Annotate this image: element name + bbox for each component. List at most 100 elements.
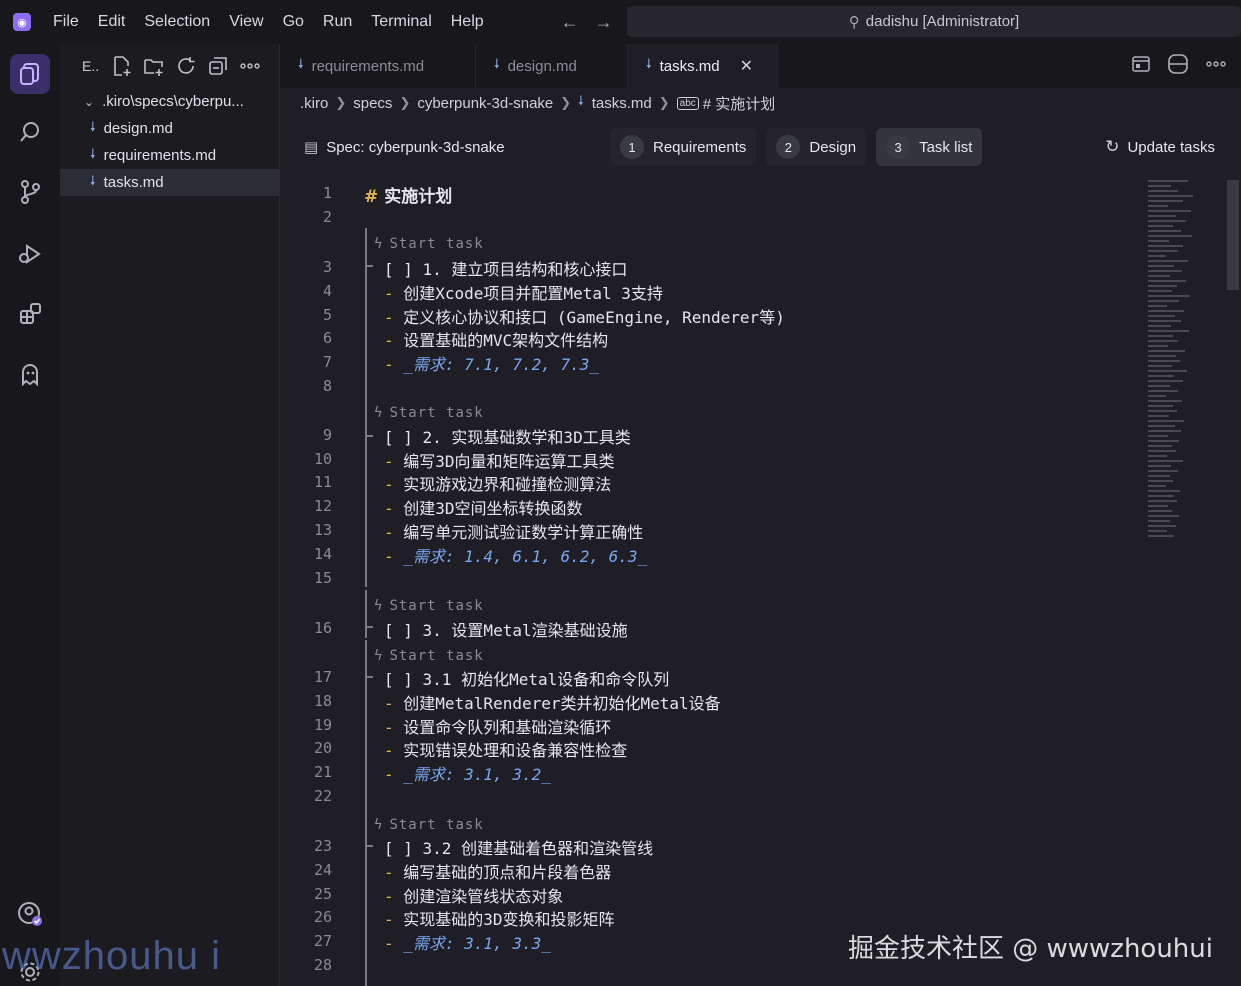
- account-icon[interactable]: [10, 894, 50, 934]
- more-actions-icon[interactable]: [1205, 53, 1227, 79]
- minimap[interactable]: [1148, 180, 1198, 550]
- code-line: - 编写单元测试验证数学计算正确性: [384, 519, 643, 543]
- minimap-line: [1148, 385, 1170, 387]
- menu-file[interactable]: File: [53, 13, 79, 31]
- code-line: - 实现基础的3D变换和投影矩阵: [384, 906, 615, 930]
- minimap-line: [1148, 450, 1176, 452]
- menu-go[interactable]: Go: [283, 13, 304, 31]
- minimap-line: [1148, 330, 1189, 332]
- line-number: 1: [322, 184, 332, 202]
- minimap-line: [1148, 410, 1177, 412]
- step-task-list[interactable]: 3 Task list: [876, 128, 983, 166]
- minimap-line: [1148, 335, 1173, 337]
- markdown-file-icon: 🠗: [90, 118, 96, 134]
- search-icon[interactable]: [10, 112, 50, 152]
- chevron-right-icon: ❯: [399, 95, 411, 110]
- minimap-line: [1148, 320, 1181, 322]
- breadcrumb-item[interactable]: .kiro: [300, 95, 328, 112]
- code-editor[interactable]: ϟ Start task ϟ Start task ϟ Start task ϟ Start …: [280, 178, 1241, 986]
- lightning-icon: ϟ: [374, 648, 384, 664]
- refresh-explorer-icon[interactable]: [175, 55, 197, 77]
- minimap-line: [1148, 255, 1166, 257]
- new-file-icon[interactable]: [111, 55, 133, 77]
- line-number: 15: [313, 569, 332, 587]
- list-marker: -: [384, 910, 404, 929]
- minimap-line: [1148, 245, 1183, 247]
- requirement-ref: _需求: 7.1, 7.2, 7.3_: [403, 355, 600, 374]
- start-task-codelens[interactable]: ϟ Start task: [374, 648, 484, 664]
- split-editor-icon[interactable]: [1167, 53, 1189, 79]
- tab-requirements[interactable]: 🠗 requirements.md: [280, 44, 476, 88]
- minimap-line: [1148, 275, 1170, 277]
- codelens-label: Start task: [389, 817, 484, 833]
- breadcrumb-item[interactable]: cyberpunk-3d-snake: [417, 95, 553, 112]
- code-line: - 定义核心协议和接口 (GameEngine, Renderer等): [384, 304, 785, 328]
- breadcrumb: .kiro ❯ specs ❯ cyberpunk-3d-snake ❯ 🠗 t…: [300, 90, 775, 116]
- breadcrumb-item[interactable]: specs: [353, 95, 392, 112]
- indent-guide-tick: [365, 626, 373, 628]
- markdown-file-icon: 🠗: [90, 172, 96, 188]
- start-task-codelens[interactable]: ϟ Start task: [374, 236, 484, 252]
- vertical-scrollbar[interactable]: [1227, 180, 1239, 290]
- close-tab-icon[interactable]: ✕: [740, 56, 753, 76]
- menu-run[interactable]: Run: [323, 13, 352, 31]
- start-task-codelens[interactable]: ϟ Start task: [374, 817, 484, 833]
- forward-arrow-icon[interactable]: →: [595, 12, 613, 33]
- lightning-icon: ϟ: [374, 405, 384, 421]
- start-task-codelens[interactable]: ϟ Start task: [374, 405, 484, 421]
- collapse-all-icon[interactable]: [207, 55, 229, 77]
- menu-terminal[interactable]: Terminal: [371, 13, 431, 31]
- step-design[interactable]: 2 Design: [766, 128, 867, 166]
- menu-view[interactable]: View: [229, 13, 263, 31]
- tree-file-design[interactable]: 🠗 design.md: [60, 115, 279, 142]
- tree-folder[interactable]: ⌄ .kiro\specs\cyberpu...: [60, 88, 279, 115]
- minimap-line: [1148, 530, 1167, 532]
- source-control-icon[interactable]: [10, 172, 50, 212]
- more-actions-icon[interactable]: [239, 55, 261, 77]
- minimap-line: [1148, 465, 1171, 467]
- menu-selection[interactable]: Selection: [144, 13, 210, 31]
- search-icon: ⚲: [848, 13, 860, 31]
- indent-guide-tick: [365, 676, 373, 678]
- explorer-sidebar: E.. ⌄ .kiro\specs\cyberpu... 🠗 design.md…: [60, 44, 280, 986]
- menu-edit[interactable]: Edit: [98, 13, 126, 31]
- line-number: 21: [313, 763, 332, 781]
- tab-design[interactable]: 🠗 design.md: [476, 44, 628, 88]
- tree-file-tasks[interactable]: 🠗 tasks.md: [60, 169, 279, 196]
- code-line: - 设置基础的MVC架构文件结构: [384, 327, 608, 351]
- step-requirements[interactable]: 1 Requirements: [610, 128, 757, 166]
- explorer-icon[interactable]: [10, 54, 50, 94]
- tree-file-requirements[interactable]: 🠗 requirements.md: [60, 142, 279, 169]
- code-line: # 实施计划: [364, 182, 452, 207]
- start-task-codelens[interactable]: ϟ Start task: [374, 598, 484, 614]
- new-folder-icon[interactable]: [143, 55, 165, 77]
- kiro-ghost-icon[interactable]: [10, 354, 50, 394]
- minimap-line: [1148, 285, 1177, 287]
- bullet-text: 实现基础的3D变换和投影矩阵: [403, 910, 615, 929]
- tab-tasks[interactable]: 🠗 tasks.md ✕: [628, 44, 778, 88]
- open-preview-icon[interactable]: [1131, 55, 1151, 77]
- update-tasks-button[interactable]: ↻ Update tasks: [1105, 137, 1215, 157]
- bullet-text: 创建MetalRenderer类并初始化Metal设备: [403, 694, 721, 713]
- tree-folder-label: .kiro\specs\cyberpu...: [102, 93, 244, 110]
- minimap-line: [1148, 390, 1178, 392]
- run-debug-icon[interactable]: [10, 234, 50, 274]
- line-number: 22: [313, 787, 332, 805]
- extensions-icon[interactable]: [10, 294, 50, 334]
- breadcrumb-item[interactable]: # 实施计划: [703, 93, 776, 114]
- explorer-title: E..: [82, 58, 100, 74]
- minimap-line: [1148, 240, 1169, 242]
- breadcrumb-item[interactable]: tasks.md: [592, 95, 652, 112]
- command-center[interactable]: ⚲ dadishu [Administrator]: [627, 6, 1241, 37]
- menu-help[interactable]: Help: [451, 13, 484, 31]
- minimap-line: [1148, 305, 1167, 307]
- indent-guide: [365, 397, 367, 587]
- watermark-right: 掘金技术社区 @ wwwzhouhui: [847, 934, 1213, 964]
- minimap-line: [1148, 360, 1180, 362]
- requirement-ref: _需求: 3.1, 3.2_: [403, 765, 551, 784]
- code-line: - _需求: 7.1, 7.2, 7.3_: [384, 351, 599, 375]
- line-number: 24: [313, 861, 332, 879]
- line-number: 14: [313, 545, 332, 563]
- bullet-text: 实现游戏边界和碰撞检测算法: [403, 475, 612, 494]
- back-arrow-icon[interactable]: ←: [561, 12, 579, 33]
